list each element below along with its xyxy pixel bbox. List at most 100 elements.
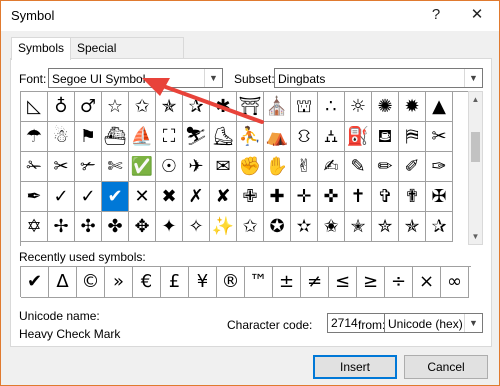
symbol-cell[interactable]: ✎ [345,152,372,182]
tab-special-characters[interactable]: Special Characters [70,37,184,75]
symbol-cell[interactable]: ✜ [318,182,345,212]
recent-symbol-cell[interactable]: ∞ [441,267,469,298]
symbol-cell[interactable]: ☂ [21,122,48,152]
symbol-cell[interactable]: ✒ [21,182,48,212]
symbol-cell[interactable]: ✰ [183,92,210,122]
symbol-cell[interactable]: ✡ [21,212,48,242]
scroll-down-icon[interactable]: ▼ [469,229,482,244]
from-select[interactable]: Unicode (hex) ▼ [384,313,483,333]
symbol-cell[interactable]: ⛵ [129,122,156,152]
symbol-cell[interactable]: ✯ [156,92,183,122]
chevron-down-icon[interactable]: ▼ [204,69,222,87]
symbol-cell[interactable]: ✍ [318,152,345,182]
symbol-grid[interactable]: ◺ ♁ ♂ ☆ ✩ ✯ ✰ ✱ ⛩ ⛪ ⛫ ∴ ☼ ✺ ✹ ▲ ☂ ☃ ⚑ ⛴ ⛵ ⛶ ⛷ ⛸ ⛹ ⛺ ⛻ ⛼ ⛽ ⛾ ⛿ ✂ ✁ ✂ ✃ ✄ ✅ ☉ ✈ ✉… [20,91,468,246]
symbol-cell[interactable]: ⛶ [156,122,183,152]
cancel-button[interactable]: Cancel [404,355,488,379]
symbol-cell[interactable]: ✬ [318,212,345,242]
recent-symbol-cell[interactable]: ® [217,267,245,298]
symbol-cell[interactable]: ⛽ [345,122,372,152]
recent-symbol-cell[interactable]: ≠ [301,267,329,298]
recent-symbol-cell[interactable]: Δ [49,267,77,298]
chevron-down-icon[interactable]: ▼ [464,314,482,332]
symbol-cell[interactable]: ☼ [345,92,372,122]
symbol-cell[interactable]: ✈ [183,152,210,182]
symbol-grid-scrollbar[interactable]: ▲ ▼ [468,91,483,245]
symbol-cell[interactable]: ✦ [156,212,183,242]
recent-symbol-cell[interactable]: € [133,267,161,298]
subset-select[interactable]: Dingbats ▼ [274,68,483,88]
scrollbar-thumb[interactable] [471,132,480,162]
tab-symbols[interactable]: Symbols [11,37,71,60]
symbol-cell[interactable]: ⛸ [210,122,237,152]
symbol-cell[interactable]: ⛩ [237,92,264,122]
symbol-cell[interactable]: ▲ [426,92,453,122]
symbol-cell[interactable]: ✌ [291,152,318,182]
symbol-cell[interactable]: ⛴ [102,122,129,152]
symbol-cell[interactable]: ✝ [345,182,372,212]
symbol-cell[interactable]: ⛿ [399,122,426,152]
recent-symbol-cell[interactable]: × [413,267,441,298]
insert-button[interactable]: Insert [313,355,397,379]
symbol-cell[interactable]: ✓ [75,182,102,212]
symbol-cell[interactable]: ♂ [75,92,102,122]
symbol-cell[interactable]: ✟ [399,182,426,212]
help-button[interactable]: ? [424,4,448,26]
symbol-cell[interactable]: ✯ [399,212,426,242]
recent-symbol-cell[interactable]: ÷ [385,267,413,298]
symbol-cell[interactable]: ✨ [210,212,237,242]
recent-symbol-cell[interactable]: » [105,267,133,298]
symbol-cell[interactable]: ✗ [183,182,210,212]
symbol-cell-selected[interactable]: ✔ [102,182,129,212]
recent-symbol-cell[interactable]: ≥ [357,267,385,298]
recent-symbol-cell[interactable]: ¥ [189,267,217,298]
recent-symbol-cell[interactable]: ✔ [21,267,49,298]
symbol-cell[interactable]: ⛫ [291,92,318,122]
symbol-cell[interactable]: ✺ [372,92,399,122]
symbol-cell[interactable]: ⛪ [264,92,291,122]
symbol-cell[interactable]: ✁ [21,152,48,182]
symbol-cell[interactable]: ⛷ [183,122,210,152]
font-select[interactable]: Segoe UI Symbol ▼ [48,68,223,88]
symbol-cell[interactable]: ✋ [264,152,291,182]
recent-symbols-grid[interactable]: ✔ Δ ©» € £ ¥ ® ™ ± ≠ ≤ ≥ ÷ × ∞ [20,266,471,298]
symbol-cell[interactable]: ⛹ [237,122,264,152]
symbol-cell[interactable]: ✤ [102,212,129,242]
symbol-cell[interactable]: ✖ [156,182,183,212]
symbol-cell[interactable]: ✂ [426,122,453,152]
chevron-down-icon[interactable]: ▼ [464,69,482,87]
recent-symbol-cell[interactable]: ± [273,267,301,298]
symbol-cell[interactable]: ✕ [129,182,156,212]
symbol-cell[interactable]: ✰ [426,212,453,242]
symbol-cell[interactable]: ✊ [237,152,264,182]
symbol-cell[interactable]: ✛ [291,182,318,212]
symbol-cell[interactable]: ✄ [102,152,129,182]
symbol-cell[interactable]: ⛼ [318,122,345,152]
symbol-cell[interactable]: ✓ [48,182,75,212]
symbol-cell[interactable]: ✠ [426,182,453,212]
symbol-cell[interactable]: ✘ [210,182,237,212]
symbol-cell[interactable]: ☉ [156,152,183,182]
symbol-cell[interactable]: ✧ [183,212,210,242]
recent-symbol-cell[interactable]: £ [161,267,189,298]
symbol-cell[interactable]: ✞ [372,182,399,212]
symbol-cell[interactable]: ✑ [426,152,453,182]
symbol-cell[interactable]: ⛺ [264,122,291,152]
symbol-cell[interactable]: ☆ [102,92,129,122]
close-button[interactable]: ✕ [465,4,489,26]
symbol-cell[interactable]: ✃ [75,152,102,182]
symbol-cell[interactable]: ✣ [75,212,102,242]
symbol-cell[interactable]: ∴ [318,92,345,122]
symbol-cell[interactable]: ✩ [129,92,156,122]
recent-symbol-cell[interactable]: © [77,267,105,298]
scroll-up-icon[interactable]: ▲ [469,92,482,107]
symbol-cell[interactable]: ⚑ [75,122,102,152]
symbol-cell[interactable]: ☃ [48,122,75,152]
symbol-cell[interactable]: ◺ [21,92,48,122]
symbol-cell[interactable]: ♁ [48,92,75,122]
symbol-cell[interactable]: ✱ [210,92,237,122]
symbol-cell[interactable]: ✅ [129,152,156,182]
symbol-cell[interactable]: ⛾ [372,122,399,152]
symbol-cell[interactable]: ✪ [264,212,291,242]
symbol-cell[interactable]: ✫ [291,212,318,242]
symbol-cell[interactable]: ✹ [399,92,426,122]
